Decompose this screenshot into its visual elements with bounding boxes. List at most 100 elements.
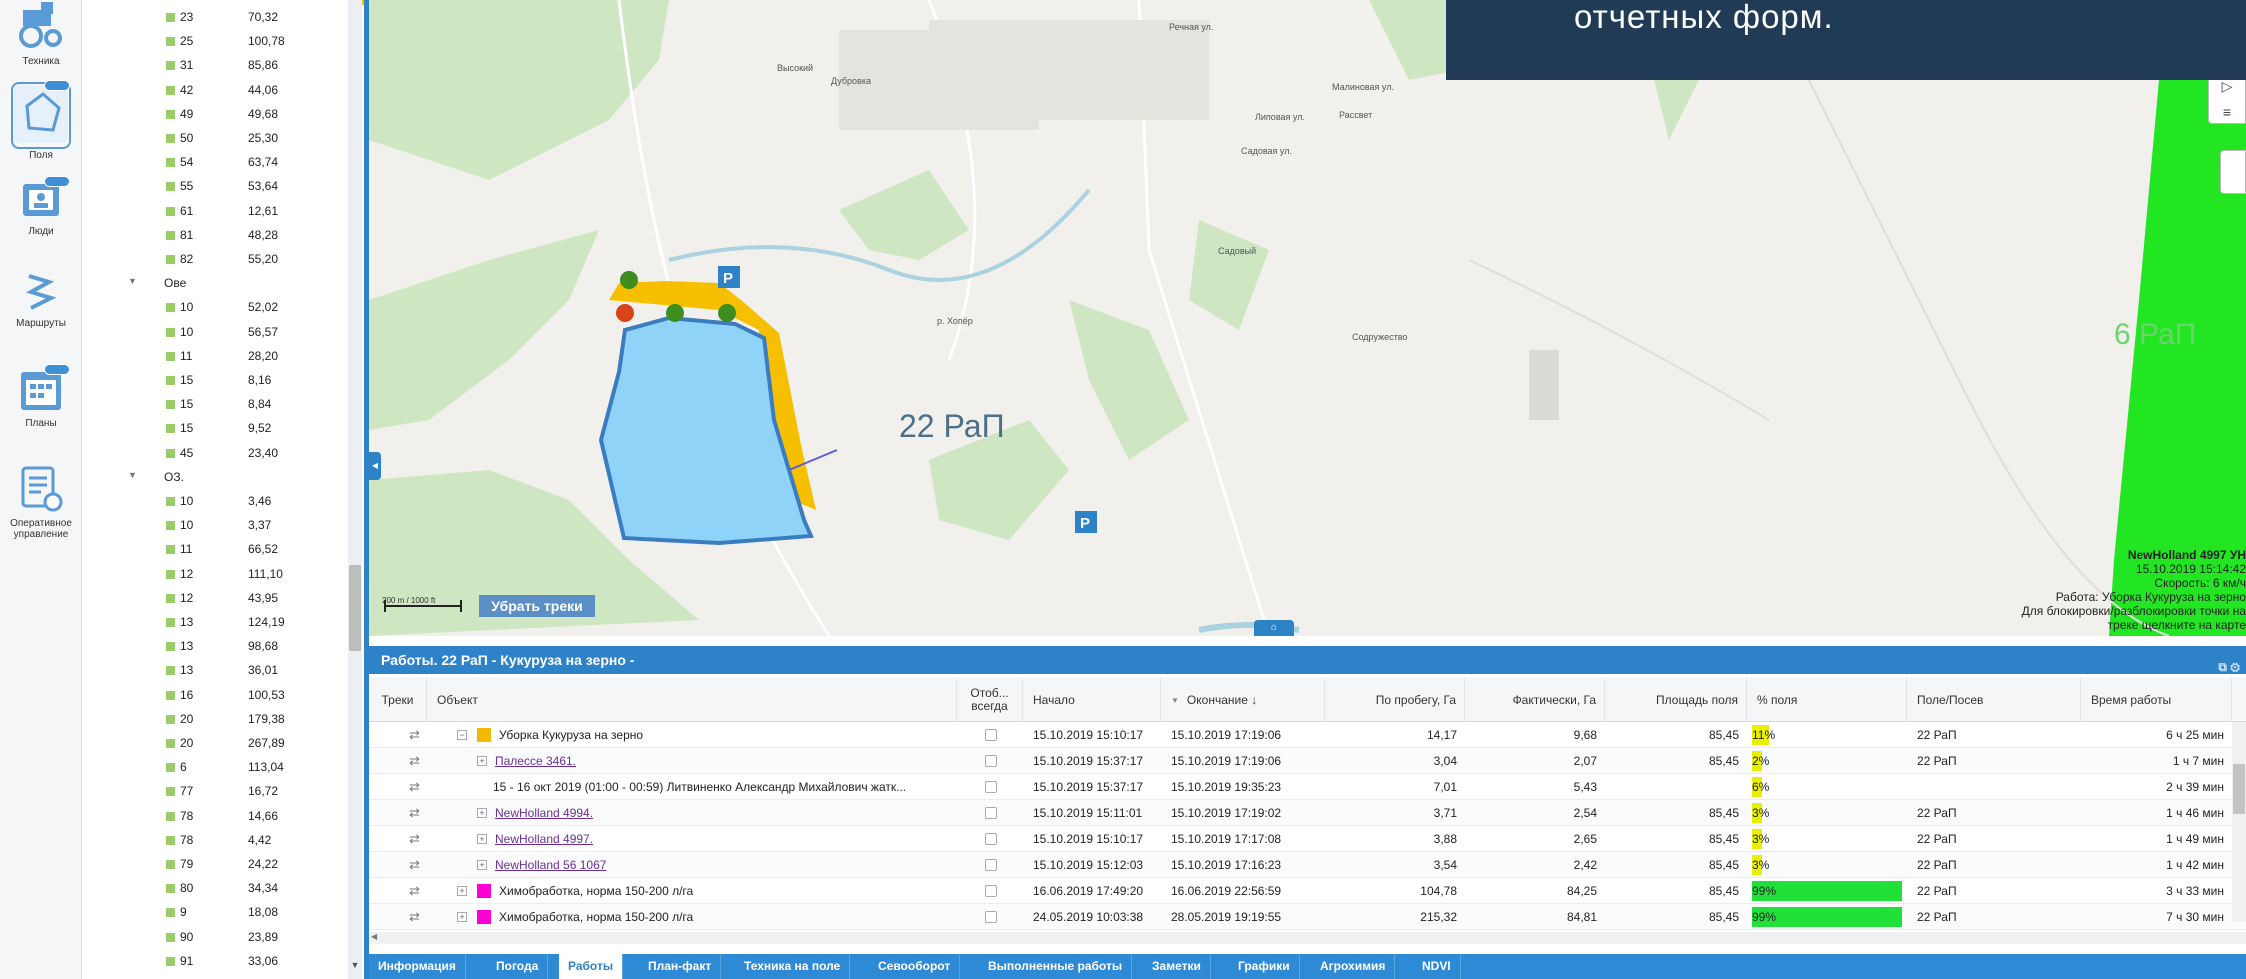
track-toggle-icon[interactable]: ⇄ [409, 831, 420, 847]
table-row[interactable]: ⇄ 15 - 16 окт 2019 (01:00 - 00:59) Литвин… [369, 774, 2246, 800]
tab-1[interactable]: Погода [487, 954, 549, 979]
tree-item[interactable]: 12 43,95 [82, 589, 348, 608]
tree-item[interactable]: 61 12,61 [82, 202, 348, 221]
show-always-checkbox[interactable] [985, 859, 997, 871]
show-always-checkbox[interactable] [985, 781, 997, 793]
tree-item[interactable]: 78 4,42 [82, 831, 348, 850]
show-always-checkbox[interactable] [985, 755, 997, 767]
tree-item[interactable]: 15 9,52 [82, 419, 348, 438]
table-vscroll-thumb[interactable] [2233, 764, 2245, 814]
tree-item[interactable]: 79 24,22 [82, 855, 348, 874]
col-field-area[interactable]: Площадь поля [1605, 678, 1747, 722]
tree-item[interactable]: 80 34,34 [82, 879, 348, 898]
work-object[interactable]: NewHolland 56 1067 [495, 852, 955, 878]
table-row[interactable]: ⇄ + Палессе 3461. 15.10.2019 15:37:17 15.10.… [369, 748, 2246, 774]
col-by-mileage[interactable]: По пробегу, Га [1325, 678, 1465, 722]
map-side-control[interactable] [2220, 150, 2246, 194]
expand-arrow-icon[interactable]: ▼ [128, 470, 137, 480]
show-always-checkbox[interactable] [985, 729, 997, 741]
table-row[interactable]: ⇄ + NewHolland 4997. 15.10.2019 15:10:17 15.… [369, 826, 2246, 852]
tab-2[interactable]: Работы [559, 954, 624, 979]
table-vscroll[interactable] [2232, 722, 2246, 922]
track-toggle-icon[interactable]: ⇄ [409, 857, 420, 873]
map-view[interactable]: P P Высокий Дубровка Речная ул. Рассвет … [369, 0, 2246, 636]
clear-tracks-button[interactable]: Убрать треки [479, 595, 595, 617]
col-object[interactable]: Объект [427, 678, 957, 722]
tree-item[interactable]: 42 44,06 [82, 81, 348, 100]
tree-item[interactable]: 9 18,08 [82, 903, 348, 922]
tree-item[interactable]: 91 33,06 [82, 952, 348, 971]
tree-item[interactable]: 10 52,02 [82, 298, 348, 317]
track-toggle-icon[interactable]: ⇄ [409, 727, 420, 743]
panel-window-icons[interactable]: ⧉ ⚙ [2218, 653, 2240, 681]
expand-toggle-icon[interactable]: + [457, 912, 467, 922]
scroll-down-arrow-icon[interactable]: ▼ [349, 960, 361, 978]
tree-scrollbar-thumb[interactable] [349, 565, 361, 651]
col-start[interactable]: Начало [1023, 678, 1161, 722]
tree-item[interactable]: 25 100,78 [82, 32, 348, 51]
expand-toggle-icon[interactable]: + [477, 860, 487, 870]
tab-8[interactable]: Графики [1229, 954, 1300, 979]
tab-7[interactable]: Заметки [1143, 954, 1211, 979]
tree-item[interactable]: 77 16,72 [82, 782, 348, 801]
table-hscroll[interactable]: ◀ [369, 932, 2246, 944]
show-always-checkbox[interactable] [985, 911, 997, 923]
work-object[interactable]: Палессе 3461. [495, 748, 955, 774]
tree-item[interactable]: 13 124,19 [82, 613, 348, 632]
col-end[interactable]: ▼ Окончание ↓ [1161, 678, 1325, 722]
tree-item[interactable]: 20 179,38 [82, 710, 348, 729]
col-work-time[interactable]: Время работы [2081, 678, 2232, 722]
expand-arrow-icon[interactable]: ▼ [128, 276, 137, 286]
table-row[interactable]: ⇄ + Химобработка, норма 150-200 л/га 24.05.… [369, 904, 2246, 930]
show-always-checkbox[interactable] [985, 833, 997, 845]
tree-item[interactable]: 81 48,28 [82, 226, 348, 245]
tree-item[interactable]: 49 49,68 [82, 105, 348, 124]
col-field-sowing[interactable]: Поле/Посев [1907, 678, 2081, 722]
table-row[interactable]: ⇄ − Уборка Кукуруза на зерно 15.10.2019 15:… [369, 722, 2246, 748]
expand-panel-handle-icon[interactable]: ⌂ [1254, 620, 1294, 636]
toolbar-item-operational[interactable]: Оперативное управление [0, 464, 82, 540]
tab-4[interactable]: Техника на поле [735, 954, 851, 979]
tree-item[interactable]: 10 3,37 [82, 516, 348, 535]
tree-item[interactable]: 20 267,89 [82, 734, 348, 753]
collapse-left-panel-icon[interactable]: ◀ [369, 452, 381, 480]
table-row[interactable]: ⇄ + Химобработка, норма 150-200 л/га 16.06.… [369, 878, 2246, 904]
toolbar-item-machinery[interactable]: Техника [0, 2, 82, 67]
tab-3[interactable]: План-факт [639, 954, 722, 979]
tree-item[interactable]: 90 23,89 [82, 928, 348, 947]
tab-5[interactable]: Севооборот [869, 954, 961, 979]
tree-item[interactable]: 45 23,40 [82, 444, 348, 463]
tree-item[interactable]: 6 113,04 [82, 758, 348, 777]
tree-item[interactable]: 15 8,84 [82, 395, 348, 414]
table-row[interactable]: ⇄ + NewHolland 4994. 15.10.2019 15:11:01 15.… [369, 800, 2246, 826]
expand-toggle-icon[interactable]: + [477, 756, 487, 766]
toolbar-item-routes[interactable]: Маршруты [0, 272, 82, 329]
show-always-checkbox[interactable] [985, 807, 997, 819]
tree-item[interactable]: 50 25,30 [82, 129, 348, 148]
toolbar-item-plans[interactable]: Планы [0, 364, 82, 429]
track-toggle-icon[interactable]: ⇄ [409, 909, 420, 925]
tree-item[interactable]: 15 8,16 [82, 371, 348, 390]
col-actual[interactable]: Фактически, Га [1465, 678, 1605, 722]
tree-item[interactable]: 11 66,52 [82, 540, 348, 559]
track-toggle-icon[interactable]: ⇄ [409, 753, 420, 769]
table-row[interactable]: ⇄ + NewHolland 56 1067 15.10.2019 15:12:03 1… [369, 852, 2246, 878]
work-object[interactable]: NewHolland 4997. [495, 826, 955, 852]
tree-scrollbar[interactable] [348, 0, 362, 979]
expand-toggle-icon[interactable]: + [457, 886, 467, 896]
tree-item[interactable]: 16 100,53 [82, 686, 348, 705]
track-toggle-icon[interactable]: ⇄ [409, 883, 420, 899]
tree-item[interactable]: 10 3,46 [82, 492, 348, 511]
expand-toggle-icon[interactable]: − [457, 730, 467, 740]
expand-toggle-icon[interactable]: + [477, 808, 487, 818]
expand-toggle-icon[interactable]: + [477, 834, 487, 844]
tree-group[interactable]: ▼ Ове [82, 274, 348, 293]
tree-item[interactable]: 82 55,20 [82, 250, 348, 269]
tree-group[interactable]: ▼ ОЗ. [82, 468, 348, 487]
track-toggle-icon[interactable]: ⇄ [409, 805, 420, 821]
tree-item[interactable]: 23 70,32 [82, 8, 348, 27]
tree-item[interactable]: 13 36,01 [82, 661, 348, 680]
toolbar-item-people[interactable]: Люди [0, 176, 82, 237]
tree-item[interactable]: 54 63,74 [82, 153, 348, 172]
tree-item[interactable]: 55 53,64 [82, 177, 348, 196]
